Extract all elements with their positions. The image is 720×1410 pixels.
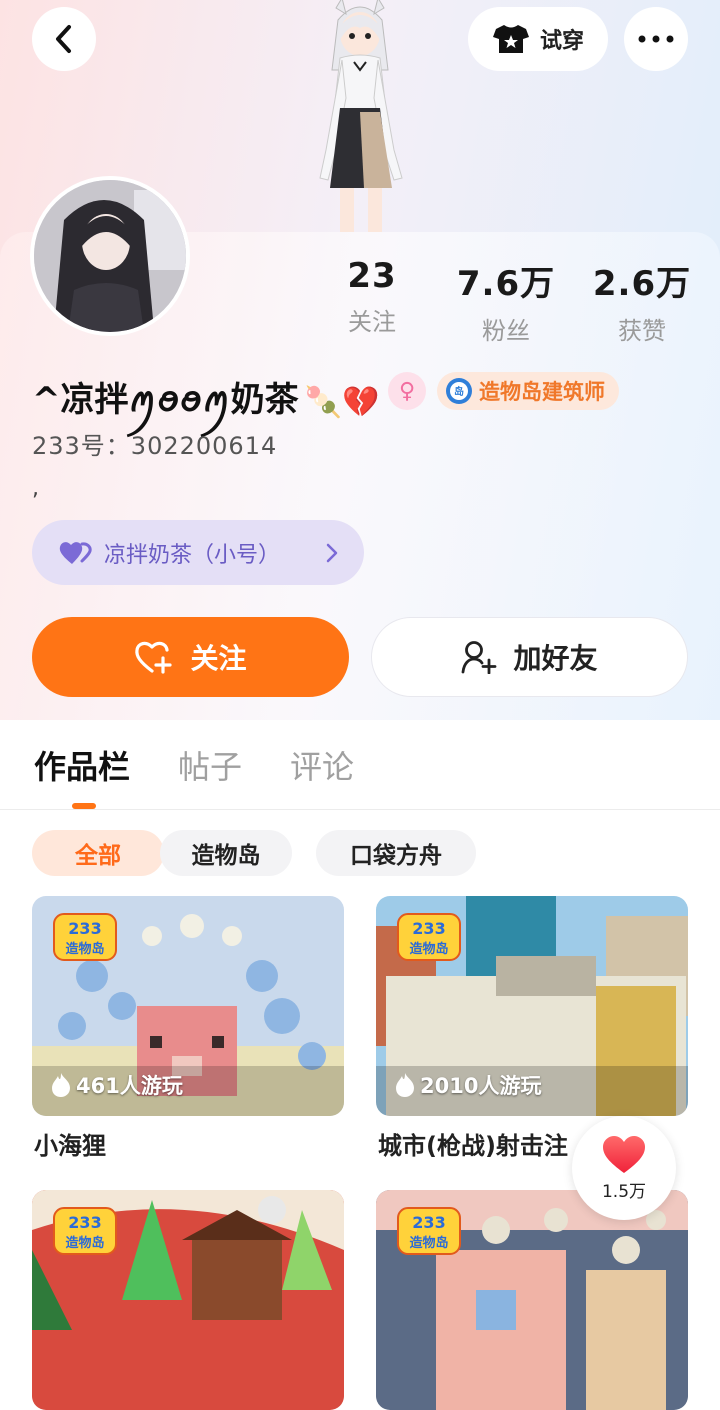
play-count-text: 2010人游玩 (420, 1074, 542, 1098)
heart-plus-icon (135, 641, 173, 674)
game-card[interactable]: 233 造物岛 (32, 1190, 344, 1410)
play-count: 461人游玩 (50, 1070, 183, 1100)
stat-fans-value: 7.6万 (456, 264, 556, 304)
more-dots-icon (638, 35, 674, 43)
svg-text:造物岛: 造物岛 (65, 1235, 104, 1251)
game-title[interactable]: 城市(枪战)射击注 (378, 1126, 578, 1161)
shirt-icon (492, 25, 529, 53)
avatar[interactable] (30, 176, 190, 336)
avatar-3d-character[interactable] (290, 0, 430, 232)
stat-likes[interactable]: 2.6万 获赞 (577, 256, 707, 346)
svg-text:233: 233 (412, 919, 445, 938)
play-count-text: 461人游玩 (76, 1074, 183, 1098)
svg-text:造物岛: 造物岛 (409, 1235, 448, 1251)
game-card[interactable]: 233 造物岛 2010人游玩 (376, 896, 688, 1116)
stat-following-value: 23 (347, 256, 397, 296)
233-logo-icon: 233 造物岛 (53, 1207, 117, 1255)
avatar-image (34, 180, 186, 332)
svg-text:233: 233 (68, 1213, 101, 1232)
builder-badge-icon: 岛 (446, 378, 472, 404)
stat-fans[interactable]: 7.6万 粉丝 (441, 256, 571, 346)
game-title[interactable]: 小海狸 (34, 1126, 106, 1161)
chip-pocket-ark[interactable]: 口袋方舟 (316, 830, 476, 876)
tab-works[interactable]: 作品栏 (34, 742, 130, 788)
add-friend-label: 加好友 (513, 642, 598, 675)
flame-icon (52, 1073, 70, 1097)
svg-text:造物岛: 造物岛 (409, 941, 448, 957)
builder-badge[interactable]: 岛 造物岛建筑师 (437, 372, 619, 410)
tab-posts[interactable]: 帖子 (178, 742, 242, 788)
svg-text:岛: 岛 (454, 385, 464, 398)
chevron-right-icon (326, 543, 338, 562)
svg-text:造物岛: 造物岛 (65, 941, 104, 957)
233-logo-icon: 233 造物岛 (397, 913, 461, 961)
233-logo-icon: 233 造物岛 (397, 1207, 461, 1255)
like-count: 1.5万 (601, 1181, 647, 1202)
user-id: 233号：302200614 (32, 432, 278, 460)
play-count: 2010人游玩 (394, 1070, 541, 1100)
stat-fans-label: 粉丝 (482, 317, 530, 345)
stat-likes-value: 2.6万 (592, 264, 692, 304)
follow-button[interactable]: 关注 (32, 617, 349, 697)
heart-icon (603, 1135, 645, 1173)
back-button[interactable] (32, 7, 96, 71)
chip-creation-island[interactable]: 造物岛 (160, 830, 292, 876)
add-person-icon (462, 641, 497, 674)
try-on-label: 试穿 (539, 29, 584, 54)
flame-icon (396, 1073, 414, 1097)
game-card[interactable]: 233 造物岛 461人游玩 (32, 896, 344, 1116)
gender-symbol: ♀ (398, 378, 416, 404)
tabs-divider (0, 809, 720, 810)
stat-likes-label: 获赞 (618, 317, 666, 345)
heart-link-icon (59, 541, 92, 564)
svg-text:233: 233 (68, 919, 101, 938)
game-card[interactable]: 233 造物岛 (376, 1190, 688, 1410)
bio: , (32, 476, 39, 501)
chevron-left-icon (56, 25, 71, 53)
alt-account-label: 凉拌奶茶（小号） (104, 542, 281, 568)
stat-following-label: 关注 (348, 308, 396, 336)
female-gender-icon: ♀ (388, 372, 426, 410)
tab-comments[interactable]: 评论 (290, 742, 354, 788)
chip-all[interactable]: 全部 (32, 830, 164, 876)
builder-badge-label: 造物岛建筑师 (479, 380, 605, 404)
add-friend-button[interactable]: 加好友 (371, 617, 688, 697)
alt-account-link[interactable]: 凉拌奶茶（小号） (32, 520, 364, 585)
stat-following[interactable]: 23 关注 (307, 256, 437, 337)
233-logo-icon: 233 造物岛 (53, 913, 117, 961)
follow-label: 关注 (190, 642, 247, 675)
try-on-button[interactable]: 试穿 (468, 7, 608, 71)
more-options-button[interactable] (624, 7, 688, 71)
username-emoji: 🍡💔 (304, 384, 380, 420)
svg-text:233: 233 (412, 1213, 445, 1232)
like-button[interactable]: 1.5万 (572, 1116, 676, 1220)
